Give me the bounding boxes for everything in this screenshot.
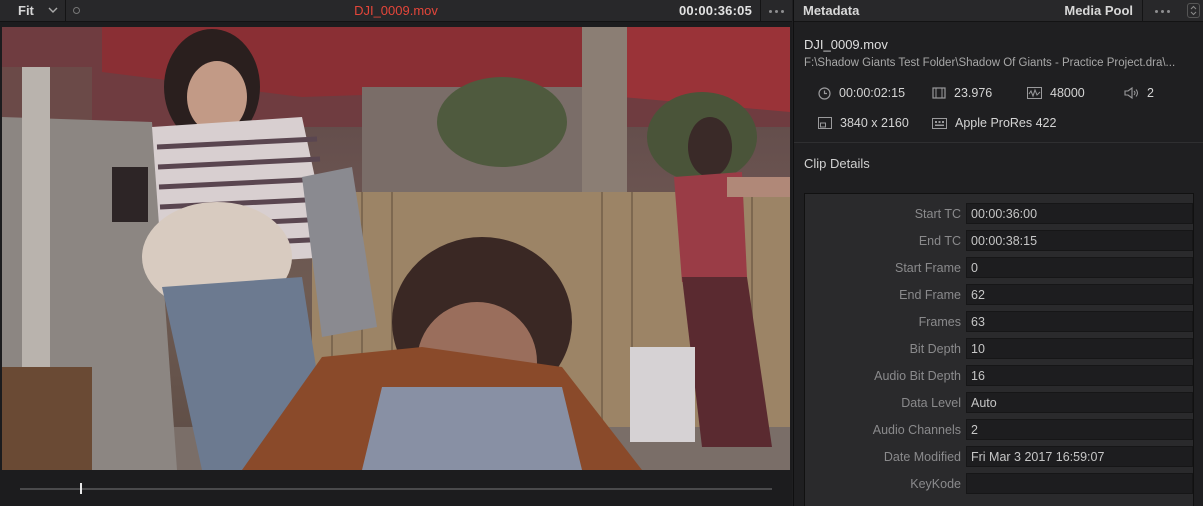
detail-row-audio-bit-depth: Audio Bit Depth 16 [805, 365, 1195, 387]
waveform-icon [1027, 87, 1042, 99]
codec-icon [932, 117, 947, 129]
data-level-field[interactable]: Auto [966, 392, 1193, 413]
clip-details-title: Clip Details [804, 156, 870, 171]
viewer-clip-name: DJI_0009.mov [354, 3, 438, 18]
video-frame-image [2, 27, 790, 470]
viewer-header: Fit DJI_0009.mov 00:00:36:05 [0, 0, 792, 22]
start-tc-field[interactable]: 00:00:36:00 [966, 203, 1193, 224]
detail-row-start-frame: Start Frame 0 [805, 257, 1195, 279]
detail-label: Data Level [901, 396, 961, 410]
zoom-dropdown[interactable]: Fit [0, 0, 66, 22]
bit-depth-field[interactable]: 10 [966, 338, 1193, 359]
metadata-header: Metadata Media Pool [794, 0, 1203, 22]
detail-row-start-tc: Start TC 00:00:36:00 [805, 203, 1195, 225]
fps-value: 23.976 [954, 86, 993, 100]
detail-row-bit-depth: Bit Depth 10 [805, 338, 1195, 360]
film-icon [932, 87, 946, 99]
detail-label: Date Modified [883, 450, 961, 464]
detail-label: Audio Bit Depth [874, 369, 961, 383]
video-frame[interactable] [2, 27, 790, 470]
keykode-field[interactable] [966, 473, 1193, 494]
sample-rate-info: 48000 [1027, 86, 1085, 100]
metadata-panel: Metadata Media Pool DJI_0009.mov F:\Shad… [793, 0, 1203, 506]
audio-channels-info: 2 [1124, 86, 1154, 100]
file-name: DJI_0009.mov [804, 37, 888, 52]
clip-details-box: Start TC 00:00:36:00 End TC 00:00:38:15 … [804, 193, 1194, 506]
end-frame-field[interactable]: 62 [966, 284, 1193, 305]
detail-label: Audio Channels [872, 423, 961, 437]
panel-options-button[interactable] [1142, 0, 1182, 22]
resolution-value: 3840 x 2160 [840, 116, 909, 130]
duration-value: 00:00:02:15 [839, 86, 906, 100]
zoom-value: Fit [18, 3, 34, 18]
detail-label: Frames [918, 315, 961, 329]
viewer-options-button[interactable] [760, 0, 792, 22]
section-divider [794, 142, 1203, 143]
file-path: F:\Shadow Giants Test Folder\Shadow Of G… [804, 57, 1176, 69]
audio-channels-field[interactable]: 2 [966, 419, 1193, 440]
end-tc-field[interactable]: 00:00:38:15 [966, 230, 1193, 251]
detail-row-audio-channels: Audio Channels 2 [805, 419, 1195, 441]
expand-collapse-icon[interactable] [1187, 3, 1200, 18]
detail-label: End TC [918, 234, 961, 248]
detail-label: End Frame [899, 288, 961, 302]
detail-label: KeyKode [910, 477, 961, 491]
detail-label: Start TC [914, 207, 961, 221]
viewer-option-icon[interactable] [73, 7, 80, 14]
tab-media-pool[interactable]: Media Pool [1064, 3, 1133, 18]
start-frame-field[interactable]: 0 [966, 257, 1193, 278]
more-options-icon [1155, 9, 1170, 13]
detail-row-end-frame: End Frame 62 [805, 284, 1195, 306]
detail-label: Bit Depth [909, 342, 961, 356]
clock-icon [818, 86, 831, 100]
detail-row-end-tc: End TC 00:00:38:15 [805, 230, 1195, 252]
timeline-scrubber[interactable] [20, 483, 772, 494]
resolution-icon [818, 117, 832, 129]
codec-value: Apple ProRes 422 [955, 116, 1057, 130]
resolution-info: 3840 x 2160 [818, 116, 909, 130]
chevron-down-icon [48, 7, 58, 13]
audio-channels-value: 2 [1147, 86, 1154, 100]
viewer-panel: Fit DJI_0009.mov 00:00:36:05 [0, 0, 792, 506]
duration-info: 00:00:02:15 [818, 86, 905, 100]
detail-row-date-modified: Date Modified Fri Mar 3 2017 16:59:07 [805, 446, 1195, 468]
frames-field[interactable]: 63 [966, 311, 1193, 332]
codec-info: Apple ProRes 422 [932, 116, 1056, 130]
detail-row-keykode: KeyKode [805, 473, 1195, 495]
speaker-icon [1124, 87, 1138, 99]
date-modified-field[interactable]: Fri Mar 3 2017 16:59:07 [966, 446, 1193, 467]
viewer-timecode: 00:00:36:05 [678, 3, 752, 18]
metadata-title: Metadata [803, 3, 860, 18]
detail-row-frames: Frames 63 [805, 311, 1195, 333]
sample-rate-value: 48000 [1050, 86, 1085, 100]
fps-info: 23.976 [932, 86, 992, 100]
detail-label: Start Frame [895, 261, 961, 275]
playhead-handle[interactable] [80, 483, 83, 494]
audio-bit-depth-field[interactable]: 16 [966, 365, 1193, 386]
detail-row-data-level: Data Level Auto [805, 392, 1195, 414]
more-options-icon [769, 9, 784, 13]
